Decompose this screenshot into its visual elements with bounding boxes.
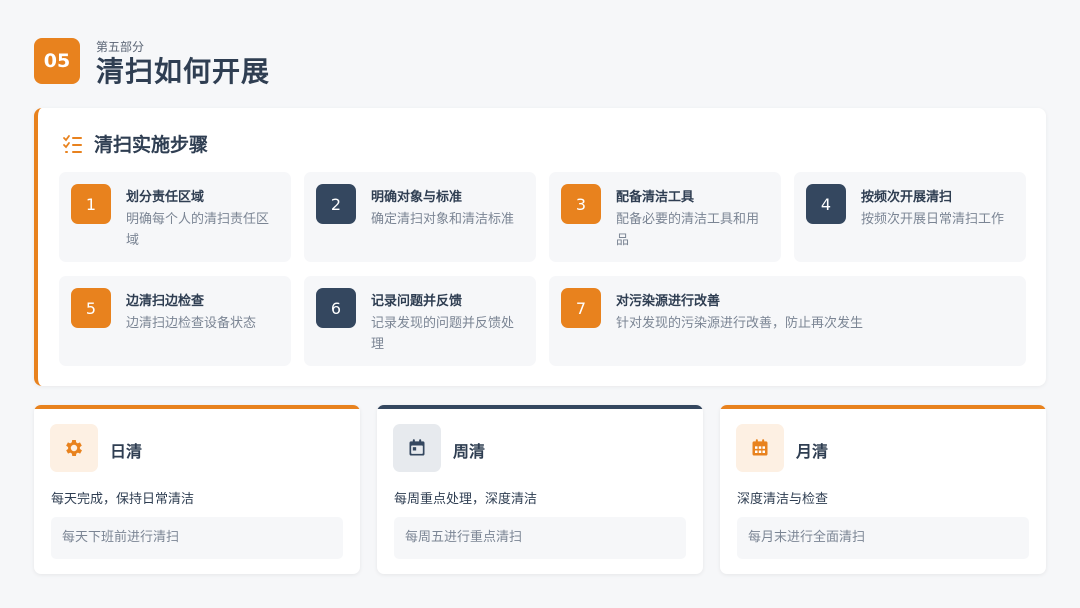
step-description: 确定清扫对象和清洁标准	[371, 212, 515, 227]
gear-icon	[66, 440, 82, 456]
step-item: 7 对污染源进行改善 针对发现的污染源进行改善，防止再次发生	[549, 276, 1026, 366]
card-description: 每周重点处理，深度清洁	[394, 492, 538, 507]
step-title: 明确对象与标准	[371, 190, 463, 205]
step-number: 1	[71, 184, 111, 224]
step-item: 4 按频次开展清扫 按频次开展日常清扫工作	[794, 172, 1026, 262]
step-description: 配备必要的清洁工具和用品	[616, 212, 760, 248]
step-number: 6	[316, 288, 356, 328]
step-title: 记录问题并反馈	[371, 294, 463, 309]
step-description: 按频次开展日常清扫工作	[861, 212, 1005, 227]
card-note: 每月末进行全面清扫	[737, 517, 1029, 559]
steps-card: 清扫实施步骤 1 划分责任区域 明确每个人的清扫责任区域 2 明确对象与标准 确…	[34, 108, 1046, 386]
step-item: 3 配备清洁工具 配备必要的清洁工具和用品	[549, 172, 781, 262]
step-description: 记录发现的问题并反馈处理	[371, 316, 515, 352]
step-title: 按频次开展清扫	[861, 190, 953, 205]
step-title: 边清扫边检查	[126, 294, 205, 309]
step-item: 6 记录问题并反馈 记录发现的问题并反馈处理	[304, 276, 536, 366]
calendar-month-icon	[752, 439, 768, 456]
page-title: 清扫如何开展	[96, 55, 271, 88]
card-description: 每天完成，保持日常清洁	[51, 492, 195, 507]
section-number-badge: 05	[34, 38, 80, 84]
step-title: 对污染源进行改善	[616, 294, 721, 309]
step-description: 明确每个人的清扫责任区域	[126, 212, 270, 248]
card-title: 月清	[796, 442, 829, 461]
card-description: 深度清洁与检查	[737, 492, 829, 507]
icon-box	[736, 424, 784, 472]
icon-box	[50, 424, 98, 472]
card-title: 日清	[110, 442, 143, 461]
step-title: 划分责任区域	[126, 190, 205, 205]
step-description: 针对发现的污染源进行改善，防止再次发生	[616, 316, 864, 331]
checklist-icon	[63, 134, 82, 153]
steps-card-header: 清扫实施步骤	[62, 130, 208, 157]
steps-card-title: 清扫实施步骤	[94, 134, 209, 156]
step-number: 3	[561, 184, 601, 224]
step-number: 7	[561, 288, 601, 328]
card-accent-bar	[377, 405, 703, 409]
step-item: 2 明确对象与标准 确定清扫对象和清洁标准	[304, 172, 536, 262]
step-number: 4	[806, 184, 846, 224]
step-item: 5 边清扫边检查 边清扫边检查设备状态	[59, 276, 291, 366]
icon-box	[393, 424, 441, 472]
card-note: 每周五进行重点清扫	[394, 517, 686, 559]
step-title: 配备清洁工具	[616, 190, 695, 205]
step-description: 边清扫边检查设备状态	[126, 316, 257, 331]
step-item: 1 划分责任区域 明确每个人的清扫责任区域	[59, 172, 291, 262]
card-title: 周清	[453, 442, 486, 461]
card-note: 每天下班前进行清扫	[51, 517, 343, 559]
card-accent-bar	[34, 405, 360, 409]
daily-clean-card: 日清 每天完成，保持日常清洁 每天下班前进行清扫	[34, 405, 360, 574]
step-number: 5	[71, 288, 111, 328]
monthly-clean-card: 月清 深度清洁与检查 每月末进行全面清扫	[720, 405, 1046, 574]
step-number: 2	[316, 184, 356, 224]
calendar-day-icon	[409, 439, 425, 456]
card-accent-bar	[720, 405, 1046, 409]
weekly-clean-card: 周清 每周重点处理，深度清洁 每周五进行重点清扫	[377, 405, 703, 574]
